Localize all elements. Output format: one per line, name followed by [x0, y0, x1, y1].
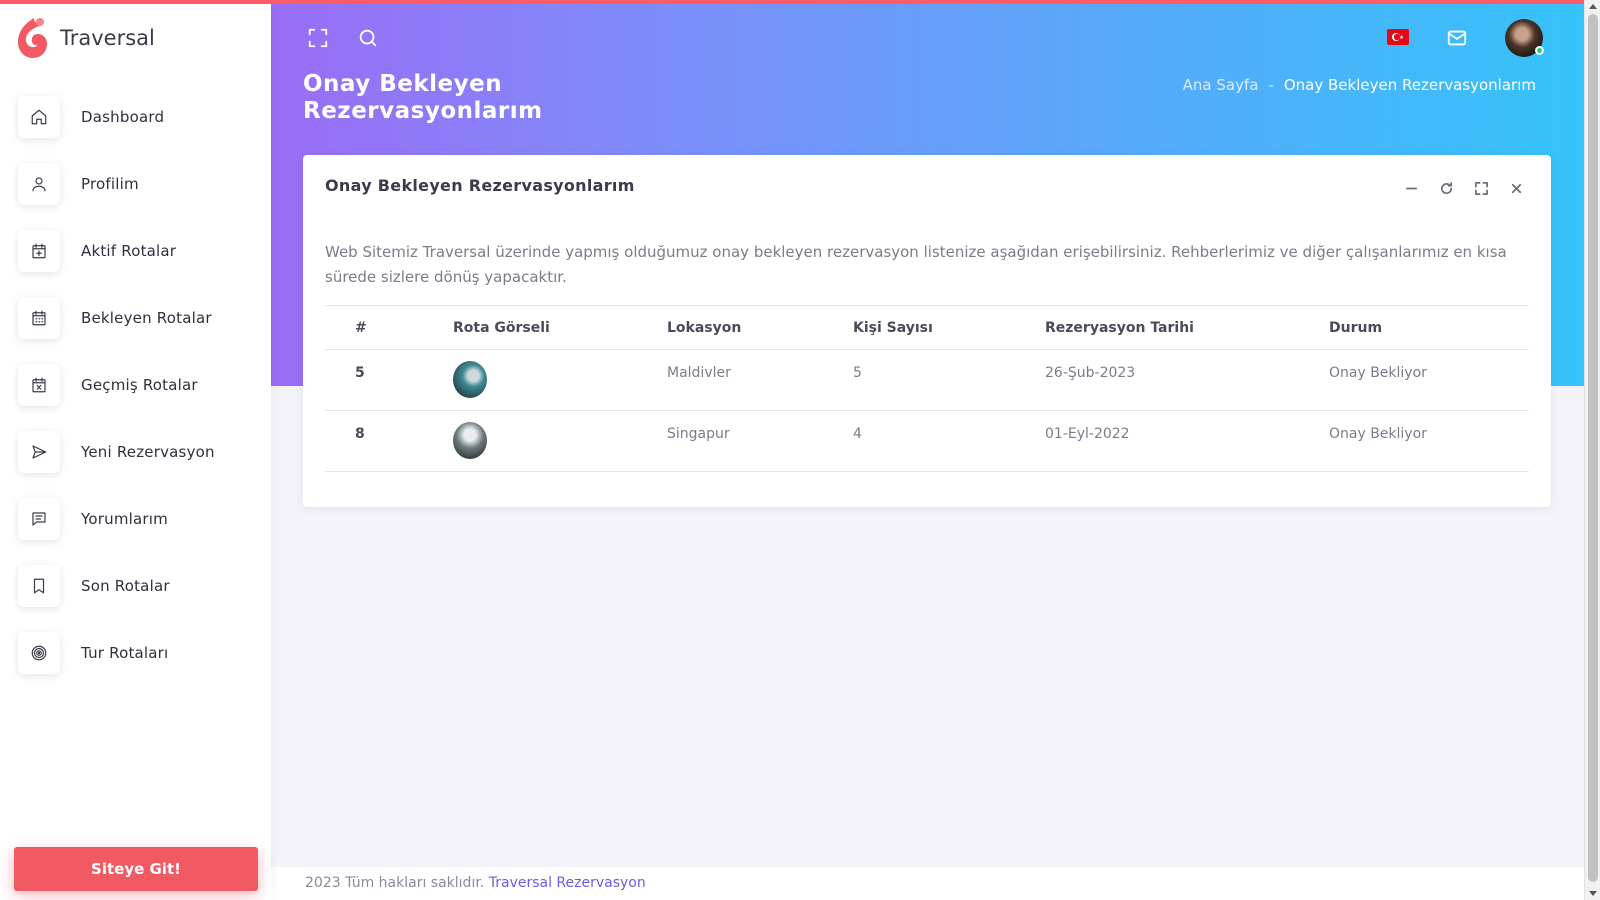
sidebar-item-gecmis-rotalar[interactable]: Geçmiş Rotalar: [18, 351, 215, 418]
cell-status: Onay Bekliyor: [1329, 410, 1529, 472]
sidebar-item-label: Aktif Rotalar: [81, 241, 177, 260]
sidebar-item-tur-rotalari[interactable]: Tur Rotaları: [18, 619, 215, 686]
expand-icon[interactable]: [1472, 179, 1490, 197]
column-header-date[interactable]: Rezeryasyon Tarihi: [1045, 305, 1329, 350]
scroll-up-arrow-icon[interactable]: [1589, 4, 1597, 9]
scroll-down-arrow-icon[interactable]: [1589, 891, 1597, 896]
sidebar-item-aktif-rotalar[interactable]: Aktif Rotalar: [18, 217, 215, 284]
user-avatar[interactable]: [1505, 19, 1544, 57]
table-row[interactable]: 8 Singapur 4 01-Eyl-2022 Onay Bekliyor: [325, 410, 1529, 472]
target-icon: [18, 631, 60, 674]
sidebar-item-label: Yeni Rezervasyon: [81, 442, 215, 461]
cell-people: 4: [853, 410, 1045, 472]
message-icon: [18, 497, 60, 540]
home-icon: [18, 95, 60, 138]
page-title: Onay Bekleyen Rezervasyonlarım: [303, 71, 543, 124]
refresh-icon[interactable]: [1437, 179, 1455, 197]
brand[interactable]: Traversal: [14, 16, 155, 60]
calendar-plus-icon: [18, 229, 60, 272]
cell-image: [453, 410, 667, 472]
fullscreen-icon[interactable]: [305, 25, 331, 51]
cell-date: 26-Şub-2023: [1045, 349, 1329, 411]
sidebar-item-bekleyen-rotalar[interactable]: Bekleyen Rotalar: [18, 284, 215, 351]
maldives-thumbnail[interactable]: [453, 361, 487, 398]
cell-date: 01-Eyl-2022: [1045, 410, 1329, 472]
sidebar-item-label: Son Rotalar: [81, 576, 170, 595]
sidebar-item-label: Profilim: [81, 174, 139, 193]
page-scrollbar[interactable]: [1584, 0, 1600, 900]
sidebar-menu: Dashboard Profilim Aktif Rotalar Bekleye…: [18, 83, 215, 686]
column-header-id[interactable]: #: [325, 305, 453, 350]
card-title: Onay Bekleyen Rezervasyonlarım: [325, 176, 635, 195]
go-to-site-button[interactable]: Siteye Git!: [14, 847, 258, 891]
column-header-location[interactable]: Lokasyon: [667, 305, 853, 350]
sidebar-item-profilim[interactable]: Profilim: [18, 150, 215, 217]
flame-logo-icon: [18, 18, 47, 58]
calendar-icon: [18, 296, 60, 339]
sidebar: Traversal Dashboard Profilim Aktif Rotal…: [0, 0, 271, 900]
cell-location: Singapur: [667, 410, 853, 472]
sidebar-item-label: Dashboard: [81, 107, 165, 126]
footer: 2023 Tüm hakları saklıdır. Traversal Rez…: [271, 867, 1584, 900]
sidebar-item-label: Tur Rotaları: [81, 643, 169, 662]
breadcrumb-home-link[interactable]: Ana Sayfa: [1183, 76, 1259, 94]
calendar-x-icon: [18, 363, 60, 406]
breadcrumb: Ana Sayfa - Onay Bekleyen Rezervasyonlar…: [1183, 76, 1536, 94]
column-header-status[interactable]: Durum: [1329, 305, 1529, 350]
breadcrumb-separator: -: [1268, 76, 1274, 94]
sidebar-item-label: Geçmiş Rotalar: [81, 375, 198, 394]
reservations-card: Onay Bekleyen Rezervasyonlarım Web Sitem…: [303, 155, 1551, 507]
card-description: Web Sitemiz Traversal üzerinde yapmış ol…: [325, 243, 1507, 286]
singapore-thumbnail[interactable]: [453, 422, 487, 459]
sidebar-item-dashboard[interactable]: Dashboard: [18, 83, 215, 150]
user-icon: [18, 162, 60, 205]
cell-image: [453, 349, 667, 411]
breadcrumb-current: Onay Bekleyen Rezervasyonlarım: [1283, 76, 1536, 94]
sidebar-item-label: Yorumlarım: [81, 509, 168, 528]
crescent-star-icon: [1392, 33, 1404, 41]
sidebar-item-yorumlarim[interactable]: Yorumlarım: [18, 485, 215, 552]
footer-copyright: 2023 Tüm hakları saklıdır.: [305, 875, 485, 891]
scroll-thumb[interactable]: [1588, 14, 1598, 882]
cell-status: Onay Bekliyor: [1329, 349, 1529, 411]
brand-name: Traversal: [60, 26, 155, 50]
search-icon[interactable]: [355, 25, 381, 51]
bookmark-icon: [18, 564, 60, 607]
turkey-flag-icon[interactable]: [1387, 29, 1409, 45]
reservations-table: # Rota Görseli Lokasyon Kişi Sayısı Reze…: [325, 305, 1529, 472]
online-status-dot: [1535, 46, 1544, 55]
sidebar-item-label: Bekleyen Rotalar: [81, 308, 212, 327]
sidebar-item-son-rotalar[interactable]: Son Rotalar: [18, 552, 215, 619]
cell-location: Maldivler: [667, 349, 853, 411]
sidebar-item-yeni-rezervasyon[interactable]: Yeni Rezervasyon: [18, 418, 215, 485]
send-icon: [18, 430, 60, 473]
card-tools: [1402, 179, 1525, 197]
column-header-people[interactable]: Kişi Sayısı: [853, 305, 1045, 350]
table-row[interactable]: 5 Maldivler 5 26-Şub-2023 Onay Bekliyor: [325, 349, 1529, 411]
cell-people: 5: [853, 349, 1045, 411]
footer-link[interactable]: Traversal Rezervasyon: [489, 875, 646, 891]
cell-id: 8: [325, 410, 453, 472]
mail-icon[interactable]: [1444, 25, 1470, 51]
table-header-row: # Rota Görseli Lokasyon Kişi Sayısı Reze…: [325, 305, 1529, 350]
column-header-image[interactable]: Rota Görseli: [453, 305, 667, 350]
top-accent-stripe: [0, 0, 1584, 4]
close-icon[interactable]: [1507, 179, 1525, 197]
cell-id: 5: [325, 349, 453, 411]
minimize-icon[interactable]: [1402, 179, 1420, 197]
